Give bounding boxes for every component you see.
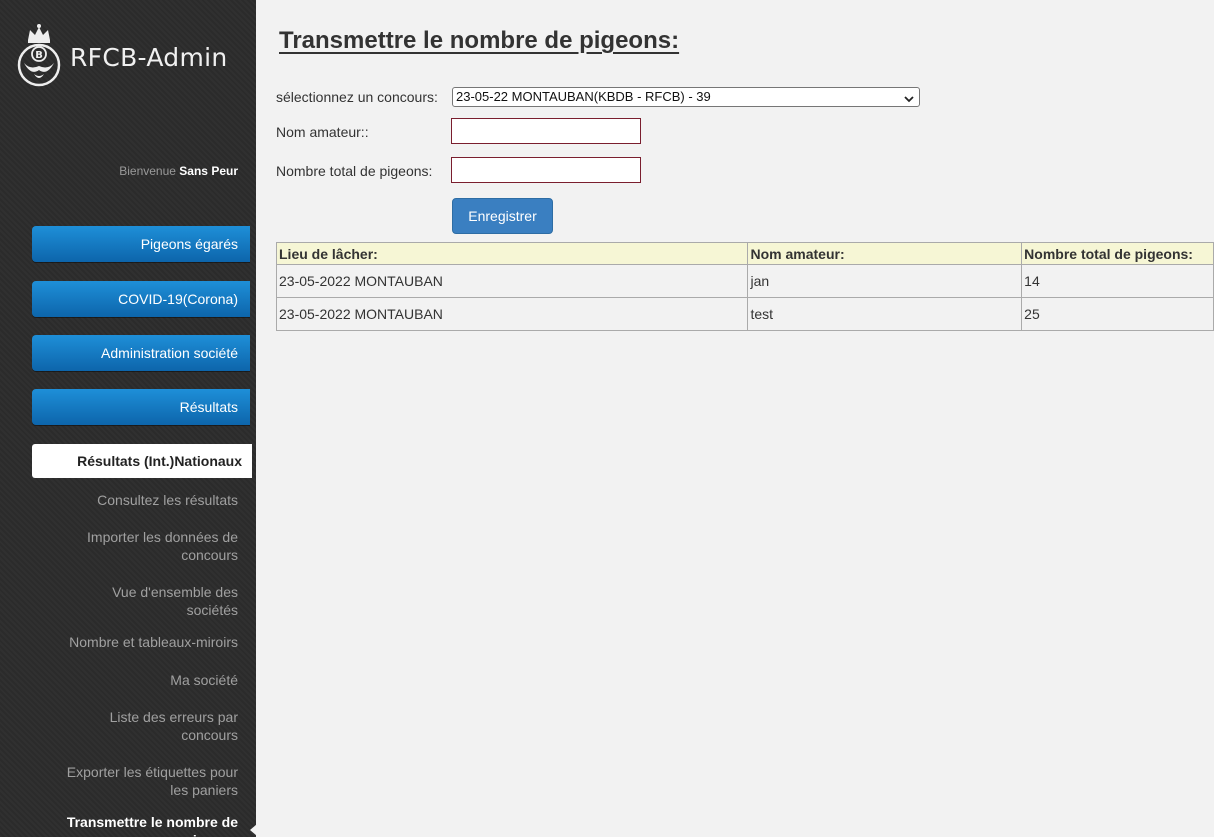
amateur-label: Nom amateur:: <box>276 124 369 140</box>
sub-item-label: concours <box>181 727 238 743</box>
nav-section-national-results[interactable]: Résultats (Int.)Nationaux <box>32 444 252 478</box>
results-table: Lieu de lâcher: Nom amateur: Nombre tota… <box>275 242 1214 331</box>
table-row: 23-05-2022 MONTAUBAN jan 14 <box>275 264 1214 298</box>
cell-release-location: 23-05-2022 MONTAUBAN <box>275 264 749 298</box>
table-row: 23-05-2022 MONTAUBAN test 25 <box>275 297 1214 331</box>
cell-amateur-name: jan <box>747 264 1023 298</box>
sub-item-label: Exporter les étiquettes pour <box>66 764 238 780</box>
sub-item-label: Transmettre le nombre de <box>66 814 238 830</box>
total-pigeons-input[interactable] <box>451 157 641 183</box>
sub-item-label: Importer les données de <box>87 529 238 545</box>
cell-release-location: 23-05-2022 MONTAUBAN <box>275 297 749 331</box>
sub-item-label: Ma société <box>170 672 238 688</box>
contest-label: sélectionnez un concours: <box>276 89 438 105</box>
svg-text:B: B <box>35 50 43 61</box>
sub-item-label: Nombre et tableaux-miroirs <box>69 634 238 650</box>
sub-item-label: sociétés <box>186 602 238 618</box>
sub-item-label: Vue d'ensemble des <box>112 584 238 600</box>
main-content: Transmettre le nombre de pigeons: sélect… <box>256 0 1214 837</box>
header-total-pigeons: Nombre total de pigeons: <box>1021 242 1214 265</box>
cell-total-pigeons: 25 <box>1021 297 1214 331</box>
sidebar: B RFCB-Admin Bienvenue Sans Peur Pigeons… <box>0 0 256 837</box>
sub-item-error-list[interactable]: Liste des erreurs par concours <box>40 708 238 744</box>
contest-select-value: 23-05-22 MONTAUBAN(KBDB - RFCB) - 39 <box>456 89 711 104</box>
sub-item-export-labels[interactable]: Exporter les étiquettes pour les paniers <box>40 763 238 799</box>
contest-select[interactable]: 23-05-22 MONTAUBAN(KBDB - RFCB) - 39 <box>452 87 920 107</box>
sub-item-clubs-overview[interactable]: Vue d'ensemble des sociétés <box>40 583 238 619</box>
cell-amateur-name: test <box>747 297 1023 331</box>
header-release-location: Lieu de lâcher: <box>275 242 749 265</box>
app-name: RFCB-Admin <box>70 42 228 72</box>
total-pigeons-label: Nombre total de pigeons: <box>276 163 433 179</box>
sub-item-label: pigeons <box>184 832 238 837</box>
welcome-user: Sans Peur <box>179 164 238 178</box>
sub-item-label: Consultez les résultats <box>97 492 238 508</box>
nav-button-club-admin[interactable]: Administration société <box>32 335 250 371</box>
page-title: Transmettre le nombre de pigeons: <box>279 27 680 54</box>
welcome-prefix: Bienvenue <box>119 164 176 178</box>
nav-button-lost-pigeons[interactable]: Pigeons égarés <box>32 226 250 262</box>
rfcb-pigeon-crown-icon: B <box>17 24 61 87</box>
save-button[interactable]: Enregistrer <box>452 198 553 234</box>
cell-total-pigeons: 14 <box>1021 264 1214 298</box>
sub-item-label: Liste des erreurs par <box>109 709 238 725</box>
nav-button-results[interactable]: Résultats <box>32 389 250 425</box>
header-amateur-name: Nom amateur: <box>747 242 1023 265</box>
table-header-row: Lieu de lâcher: Nom amateur: Nombre tota… <box>275 242 1214 265</box>
app-logo[interactable]: B RFCB-Admin <box>16 18 228 90</box>
sub-item-import-contest-data[interactable]: Importer les données de concours <box>40 528 238 564</box>
nav-button-covid[interactable]: COVID-19(Corona) <box>32 281 250 317</box>
sub-item-submit-pigeon-count[interactable]: Transmettre le nombre de pigeons <box>40 813 238 837</box>
sub-item-view-results[interactable]: Consultez les résultats <box>40 491 238 509</box>
welcome-message: Bienvenue Sans Peur <box>119 164 238 178</box>
sub-item-my-club[interactable]: Ma société <box>40 671 238 689</box>
sub-item-label: concours <box>181 547 238 563</box>
sub-item-mirror-tables[interactable]: Nombre et tableaux-miroirs <box>40 633 238 651</box>
amateur-name-input[interactable] <box>451 118 641 144</box>
sub-item-label: les paniers <box>170 782 238 798</box>
chevron-down-icon <box>904 91 914 109</box>
